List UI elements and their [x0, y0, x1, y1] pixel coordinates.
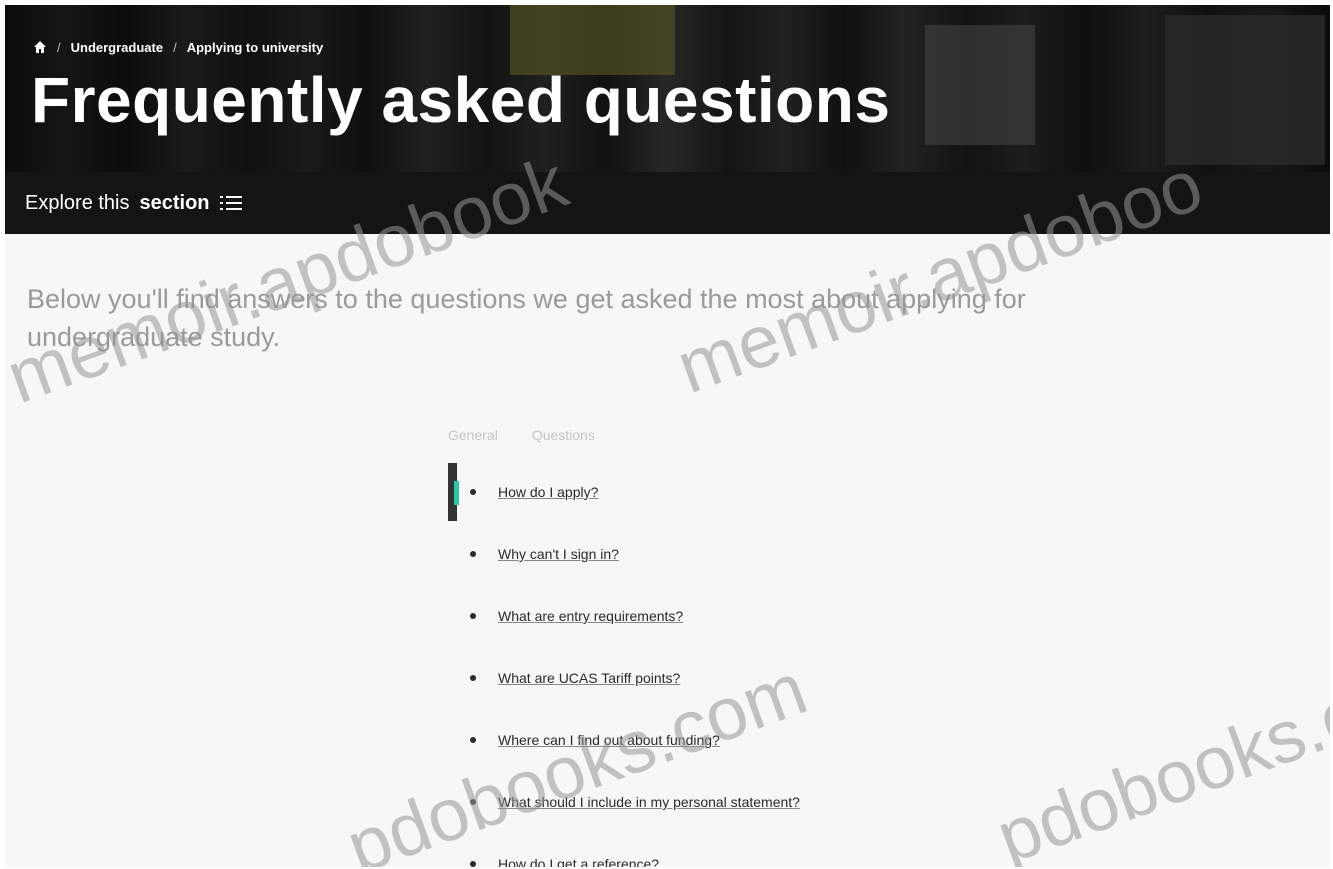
- faq-item[interactable]: What are UCAS Tariff points?: [448, 647, 1148, 709]
- faq-item[interactable]: Why can't I sign in?: [448, 523, 1148, 585]
- page-title: Frequently asked questions: [31, 64, 891, 136]
- faq-tabs: General Questions: [448, 427, 595, 443]
- bullet-icon: [470, 737, 476, 743]
- page-frame: / Undergraduate / Applying to university…: [5, 5, 1330, 867]
- faq-question-link[interactable]: What are entry requirements?: [498, 608, 683, 624]
- faq-question-link[interactable]: How do I apply?: [498, 484, 598, 500]
- faq-list: How do I apply? Why can't I sign in? Wha…: [448, 461, 1148, 867]
- breadcrumb-item-applying[interactable]: Applying to university: [187, 40, 324, 55]
- bullet-icon: [470, 861, 476, 867]
- faq-question-link[interactable]: Where can I find out about funding?: [498, 732, 720, 748]
- intro-text: Below you'll find answers to the questio…: [27, 284, 1026, 352]
- faq-item[interactable]: How do I get a reference?: [448, 833, 1148, 867]
- faq-item[interactable]: Where can I find out about funding?: [448, 709, 1148, 771]
- faq-question-link[interactable]: What should I include in my personal sta…: [498, 794, 800, 810]
- faq-question-link[interactable]: Why can't I sign in?: [498, 546, 619, 562]
- faq-item[interactable]: What should I include in my personal sta…: [448, 771, 1148, 833]
- bullet-icon: [470, 675, 476, 681]
- bullet-icon: [470, 551, 476, 557]
- home-icon[interactable]: [33, 40, 47, 54]
- bullet-icon: [470, 489, 476, 495]
- hero-banner: / Undergraduate / Applying to university…: [5, 5, 1330, 172]
- faq-question-link[interactable]: What are UCAS Tariff points?: [498, 670, 680, 686]
- menu-list-icon: [219, 194, 242, 212]
- bullet-icon: [470, 613, 476, 619]
- explore-section-button[interactable]: Explore this section: [5, 172, 1330, 234]
- faq-item[interactable]: What are entry requirements?: [448, 585, 1148, 647]
- tab-questions[interactable]: Questions: [532, 427, 595, 443]
- breadcrumb-separator: /: [173, 39, 177, 55]
- explore-label-emphasis: section: [139, 191, 210, 214]
- hero-background-shape: [925, 25, 1035, 145]
- explore-label-prefix: Explore this: [25, 191, 130, 214]
- breadcrumb-item-undergraduate[interactable]: Undergraduate: [71, 40, 163, 55]
- faq-question-link[interactable]: How do I get a reference?: [498, 856, 659, 867]
- breadcrumb-separator: /: [57, 39, 61, 55]
- tab-general[interactable]: General: [448, 427, 498, 443]
- faq-item[interactable]: How do I apply?: [448, 461, 1148, 523]
- active-marker-accent: [454, 481, 459, 505]
- bullet-icon: [470, 799, 476, 805]
- hero-background-shape: [1165, 15, 1325, 165]
- breadcrumb: / Undergraduate / Applying to university: [33, 37, 323, 57]
